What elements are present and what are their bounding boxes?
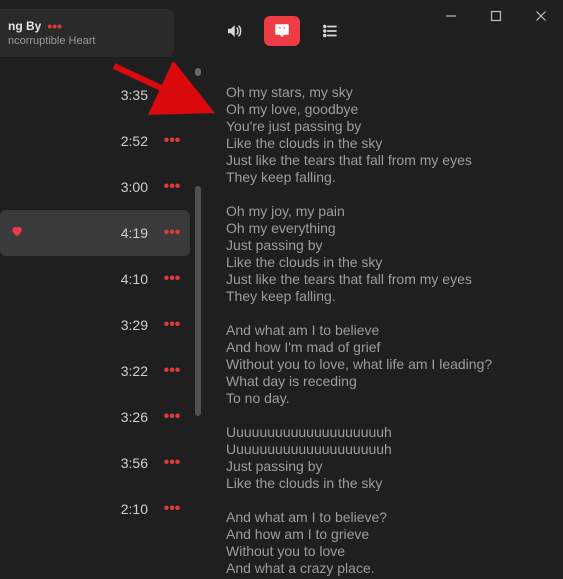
track-row[interactable]: 4:19 •••	[0, 210, 190, 256]
window-controls	[428, 0, 563, 32]
track-duration: 2:52	[108, 133, 148, 149]
lyrics-stanza: Uuuuuuuuuuuuuuuuuuuuh Uuuuuuuuuuuuuuuuuu…	[226, 424, 549, 492]
track-row[interactable]: 2:10 •••	[0, 486, 190, 532]
lyrics-stanza: And what am I to believe And how I'm mad…	[226, 322, 549, 407]
lyrics-stanza: Oh my joy, my pain Oh my everything Just…	[226, 203, 549, 305]
track-row[interactable]: 2:52 •••	[0, 118, 190, 164]
tracklist-scrollbar[interactable]	[194, 68, 202, 579]
track-more-icon[interactable]: •••	[162, 86, 182, 104]
lyrics-stanza: Oh my stars, my sky Oh my love, goodbye …	[226, 84, 549, 186]
track-duration: 4:19	[108, 225, 148, 241]
lyrics-stanza: And what am I to believe? And how am I t…	[226, 509, 549, 577]
track-row[interactable]: 3:26 •••	[0, 394, 190, 440]
track-duration: 3:22	[108, 363, 148, 379]
now-playing-subtitle: ncorruptible Heart	[8, 35, 164, 47]
track-more-icon[interactable]: •••	[162, 270, 182, 288]
speaker-button[interactable]	[216, 16, 252, 46]
close-button[interactable]	[518, 2, 563, 30]
track-duration: 3:56	[108, 455, 148, 471]
track-duration: 3:29	[108, 317, 148, 333]
track-duration: 4:10	[108, 271, 148, 287]
track-more-icon[interactable]: •••	[162, 362, 182, 380]
track-more-icon[interactable]: •••	[162, 454, 182, 472]
track-more-icon[interactable]: •••	[162, 500, 182, 518]
minimize-button[interactable]	[428, 2, 473, 30]
now-playing-card[interactable]: ng By ••• ncorruptible Heart	[0, 9, 174, 57]
maximize-button[interactable]	[473, 2, 518, 30]
track-row[interactable]: 3:29 •••	[0, 302, 190, 348]
track-more-icon[interactable]: •••	[162, 178, 182, 196]
heart-icon[interactable]	[10, 224, 24, 243]
track-duration: 3:35	[108, 87, 148, 103]
lyrics-button[interactable]	[264, 16, 300, 46]
now-playing-title: ng By	[8, 19, 41, 33]
track-more-icon[interactable]: •••	[162, 316, 182, 334]
track-duration: 2:10	[108, 501, 148, 517]
view-toolbar	[216, 16, 348, 46]
queue-button[interactable]	[312, 16, 348, 46]
track-duration: 3:26	[108, 409, 148, 425]
track-more-icon[interactable]: •••	[162, 408, 182, 426]
track-row[interactable]: 3:22 •••	[0, 348, 190, 394]
track-row[interactable]: 3:56 •••	[0, 440, 190, 486]
scroll-thumb[interactable]	[195, 186, 201, 416]
track-list: 3:35 ••• 2:52 ••• 3:00 ••• 4:19 ••• 4:10 ••• 3:29 •…	[0, 66, 190, 579]
scroll-thumb-top[interactable]	[195, 68, 201, 76]
lyrics-panel: Oh my stars, my sky Oh my love, goodbye …	[226, 84, 549, 579]
now-playing-more-icon[interactable]: •••	[47, 19, 62, 33]
track-more-icon[interactable]: •••	[162, 224, 182, 242]
track-row[interactable]: 4:10 •••	[0, 256, 190, 302]
track-duration: 3:00	[108, 179, 148, 195]
track-row[interactable]: 3:35 •••	[0, 72, 190, 118]
track-more-icon[interactable]: •••	[162, 132, 182, 150]
track-row[interactable]: 3:00 •••	[0, 164, 190, 210]
